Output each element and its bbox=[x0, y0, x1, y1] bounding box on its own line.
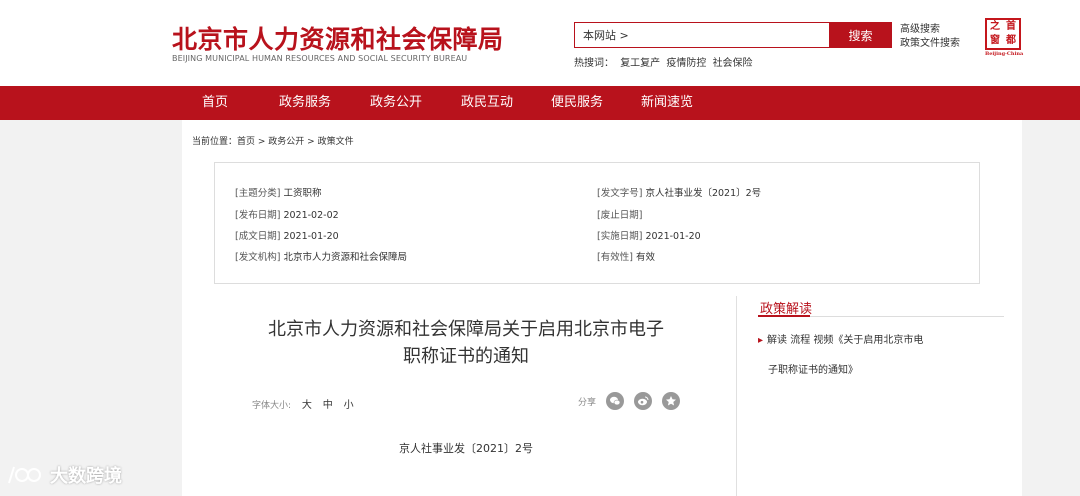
hot-word-link[interactable]: 社会保险 bbox=[713, 58, 753, 69]
column-divider bbox=[736, 296, 737, 496]
meta-validity: [有效性] 有效 bbox=[597, 252, 655, 263]
breadcrumb-home[interactable]: 首页 bbox=[237, 137, 255, 147]
hot-word-link[interactable]: 疫情防控 bbox=[666, 58, 706, 69]
hot-word-link[interactable]: 复工复产 bbox=[620, 58, 660, 69]
breadcrumb-policy[interactable]: 政策文件 bbox=[318, 137, 354, 147]
document-meta: [主题分类] 工资职称 [发文字号] 京人社事业发〔2021〕2号 [发布日期]… bbox=[214, 162, 980, 284]
content-panel: 当前位置：首页 > 政务公开 > 政策文件 [主题分类] 工资职称 [发文字号]… bbox=[182, 120, 1022, 496]
nav-item-gov-services[interactable]: 政务服务 bbox=[279, 86, 331, 120]
font-size-medium[interactable]: 中 bbox=[323, 400, 333, 411]
share-bar: 分享 bbox=[578, 392, 681, 410]
meta-effective-date: [实施日期] 2021-01-20 bbox=[597, 231, 701, 242]
watermark-text: 大数跨境 bbox=[50, 466, 122, 487]
advanced-search-link[interactable]: 高级搜索 bbox=[900, 23, 960, 37]
wechat-icon[interactable] bbox=[606, 392, 625, 410]
seal-caption: Beijing·China bbox=[985, 51, 1024, 57]
sidebar-interpretation-link[interactable]: ▸ 解读 流程 视频《关于启用北京市电 子职称证书的通知》 bbox=[758, 326, 958, 386]
font-size-control: 字体大小: 大 中 小 bbox=[252, 400, 354, 411]
weibo-icon[interactable] bbox=[634, 392, 653, 410]
main-nav: 首页 政务服务 政务公开 政民互动 便民服务 新闻速览 bbox=[0, 86, 1080, 120]
seal-icon: 之 首 窗 都 bbox=[985, 18, 1021, 50]
capital-window-logo[interactable]: 之 首 窗 都 Beijing·China bbox=[985, 18, 1024, 58]
nav-item-public-services[interactable]: 便民服务 bbox=[551, 86, 603, 120]
meta-doc-no: [发文字号] 京人社事业发〔2021〕2号 bbox=[597, 188, 762, 199]
bullet-icon: ▸ bbox=[758, 335, 764, 346]
nav-item-gov-disclosure[interactable]: 政务公开 bbox=[370, 86, 422, 120]
search-input[interactable] bbox=[574, 22, 830, 48]
hot-words: 热搜词： 复工复产 疫情防控 社会保险 bbox=[574, 54, 756, 69]
sidebar-rule-accent bbox=[758, 315, 810, 317]
breadcrumb-disclosure[interactable]: 政务公开 bbox=[268, 137, 304, 147]
watermark-logo-icon bbox=[8, 466, 41, 484]
watermark: 大数跨境 bbox=[6, 462, 122, 488]
share-label: 分享 bbox=[578, 397, 597, 408]
site-title-en: BEIJING MUNICIPAL HUMAN RESOURCES AND SO… bbox=[172, 54, 468, 63]
search-button[interactable]: 搜索 bbox=[829, 22, 892, 48]
site-title[interactable]: 北京市人力资源和社会保障局 bbox=[172, 20, 504, 56]
favorite-icon[interactable] bbox=[662, 392, 681, 410]
meta-category: [主题分类] 工资职称 bbox=[235, 188, 322, 199]
site-header: 北京市人力资源和社会保障局 BEIJING MUNICIPAL HUMAN RE… bbox=[0, 0, 1080, 86]
meta-issuer: [发文机构] 北京市人力资源和社会保障局 bbox=[235, 252, 407, 263]
article-doc-no: 京人社事业发〔2021〕2号 bbox=[399, 442, 533, 455]
nav-item-home[interactable]: 首页 bbox=[202, 86, 228, 120]
meta-expiry-date: [废止日期] bbox=[597, 210, 643, 221]
meta-written-date: [成文日期] 2021-01-20 bbox=[235, 231, 339, 242]
font-size-large[interactable]: 大 bbox=[302, 400, 312, 411]
article-title: 北京市人力资源和社会保障局关于启用北京市电子 职称证书的通知 bbox=[268, 319, 664, 367]
nav-item-news[interactable]: 新闻速览 bbox=[641, 86, 693, 120]
meta-publish-date: [发布日期] 2021-02-02 bbox=[235, 210, 339, 221]
policy-search-link[interactable]: 政策文件搜索 bbox=[900, 37, 960, 51]
hot-words-label: 热搜词： bbox=[574, 58, 614, 69]
font-size-small[interactable]: 小 bbox=[344, 400, 354, 411]
nav-item-interaction[interactable]: 政民互动 bbox=[461, 86, 513, 120]
advanced-links: 高级搜索 政策文件搜索 bbox=[900, 23, 960, 51]
breadcrumb: 当前位置：首页 > 政务公开 > 政策文件 bbox=[192, 137, 354, 147]
